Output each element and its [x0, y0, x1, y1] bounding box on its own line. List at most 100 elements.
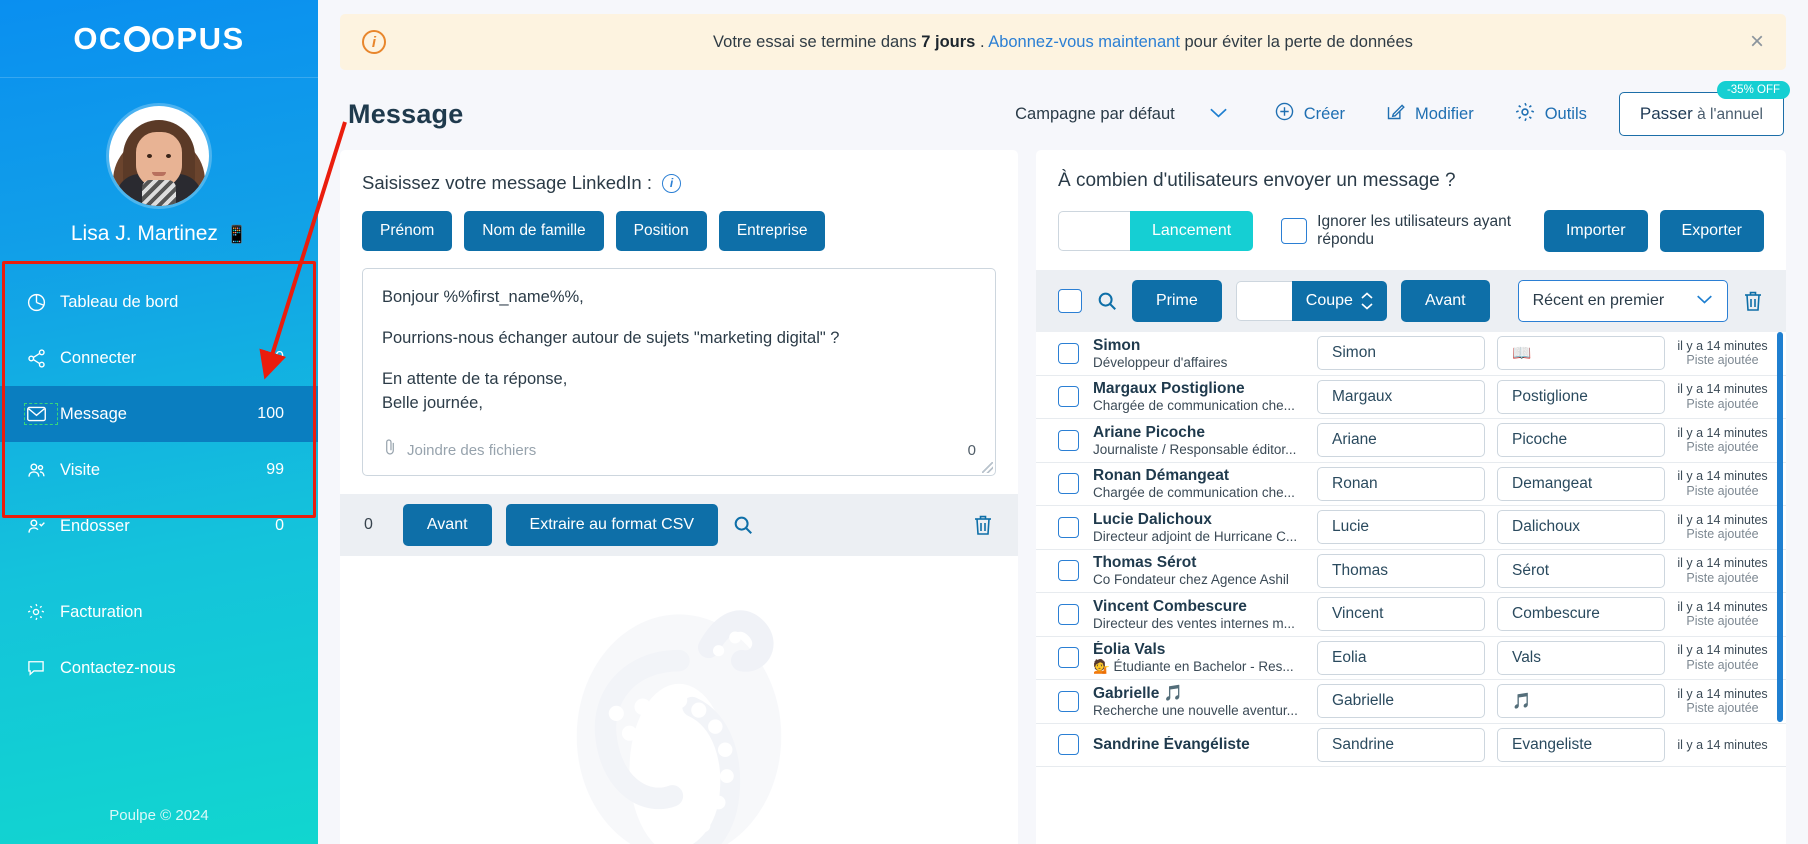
table-row[interactable]: Éolia Vals 💁 Étudiante en Bachelor - Res…: [1036, 637, 1786, 680]
row-first-name-field[interactable]: Lucie: [1317, 510, 1485, 545]
filter-before-button[interactable]: Avant: [1400, 280, 1490, 322]
row-time-text: il y a 14 minutes: [1677, 382, 1768, 397]
sidebar-item-connecter[interactable]: Connecter 0: [0, 330, 318, 386]
row-checkbox[interactable]: [1058, 690, 1079, 712]
create-button-label: Créer: [1303, 104, 1346, 123]
row-checkbox[interactable]: [1058, 647, 1079, 669]
coupe-input[interactable]: [1235, 281, 1292, 321]
row-last-name-field[interactable]: Combescure: [1497, 597, 1665, 632]
attach-label[interactable]: Joindre des fichiers: [407, 440, 536, 462]
row-last-name-field[interactable]: Dalichoux: [1497, 510, 1665, 545]
users-panel-card: À combien d'utilisateurs envoyer un mess…: [1036, 150, 1786, 844]
row-last-name-field[interactable]: 📖: [1497, 336, 1665, 371]
row-last-name-field[interactable]: 🎵: [1497, 684, 1665, 719]
search-icon[interactable]: [1096, 290, 1118, 312]
subscribe-link[interactable]: Abonnez-vous maintenant: [988, 33, 1180, 51]
row-first-name-field[interactable]: Eolia: [1317, 640, 1485, 675]
row-first-name-field[interactable]: Ronan: [1317, 466, 1485, 501]
row-checkbox[interactable]: [1058, 603, 1079, 625]
row-checkbox[interactable]: [1058, 386, 1079, 408]
row-last-name-field[interactable]: Demangeat: [1497, 466, 1665, 501]
row-first-name-field[interactable]: Simon: [1317, 336, 1485, 371]
sort-select[interactable]: Récent en premier: [1517, 280, 1728, 322]
search-icon[interactable]: [732, 514, 754, 536]
variable-entreprise-button[interactable]: Entreprise: [718, 211, 826, 251]
row-first-name-field[interactable]: Thomas: [1317, 553, 1485, 588]
sidebar-item-tableau-de-bord[interactable]: Tableau de bord: [0, 274, 318, 330]
launch-button[interactable]: Lancement: [1130, 211, 1254, 251]
variable-position-button[interactable]: Position: [615, 211, 707, 251]
row-checkbox[interactable]: [1058, 473, 1079, 495]
info-icon[interactable]: i: [661, 173, 681, 193]
row-last-name-field[interactable]: Vals: [1497, 640, 1665, 675]
export-button[interactable]: Exporter: [1659, 210, 1764, 252]
avatar[interactable]: [109, 106, 209, 206]
row-first-name-field[interactable]: Vincent: [1317, 597, 1485, 632]
composer-action-bar: 0 Avant Extraire au format CSV: [340, 494, 1018, 556]
launch-count-input[interactable]: [1058, 211, 1130, 251]
octopus-watermark-icon: [514, 555, 844, 844]
row-last-name-field[interactable]: Sérot: [1497, 553, 1665, 588]
message-textarea[interactable]: Bonjour %%first_name%%, Pourrions-nous é…: [362, 268, 996, 476]
table-row[interactable]: Gabrielle 🎵 Recherche une nouvelle avent…: [1036, 680, 1786, 724]
variable-nom-button[interactable]: Nom de famille: [464, 211, 604, 251]
row-status: Piste ajoutée: [1686, 396, 1759, 411]
sidebar-copyright: Poulpe © 2024: [109, 807, 209, 824]
row-checkbox[interactable]: [1058, 342, 1079, 364]
table-row[interactable]: Ronan Démangeat Chargée de communication…: [1036, 463, 1786, 506]
message-line-3: En attente de ta réponse,: [382, 369, 568, 388]
coupe-button[interactable]: Coupe: [1291, 281, 1387, 321]
row-last-name-field[interactable]: Picoche: [1497, 423, 1665, 458]
ignore-responded-checkbox[interactable]: [1281, 218, 1308, 244]
sidebar-item-visite[interactable]: Visite 99: [0, 442, 318, 498]
row-name: Ariane Picoche: [1093, 423, 1205, 441]
table-row[interactable]: Lucie Dalichoux Directeur adjoint de Hur…: [1036, 506, 1786, 550]
row-first-name-field[interactable]: Ariane: [1317, 423, 1485, 458]
content-columns: Saisissez votre message LinkedIn : i Pré…: [318, 150, 1808, 844]
close-icon[interactable]: ×: [1740, 30, 1764, 54]
sidebar-item-contactez-nous[interactable]: Contactez-nous: [0, 640, 318, 696]
row-checkbox[interactable]: [1058, 560, 1079, 582]
table-row[interactable]: Sandrine Évangéliste Sandrine Evangelist…: [1036, 724, 1786, 767]
user-list[interactable]: Simon Développeur d'affaires Simon 📖 il …: [1036, 332, 1786, 814]
sidebar-item-endosser[interactable]: Endosser 0: [0, 498, 318, 554]
before-button[interactable]: Avant: [402, 504, 492, 546]
app-logo[interactable]: OC OPUS: [0, 0, 318, 78]
table-row[interactable]: Thomas Sérot Co Fondateur chez Agence As…: [1036, 550, 1786, 593]
row-checkbox[interactable]: [1058, 429, 1079, 451]
row-checkbox[interactable]: [1058, 516, 1079, 538]
ignore-responded-label: Ignorer les utilisateurs ayant répondu: [1317, 213, 1512, 248]
row-time-text: il y a 14 minutes: [1677, 737, 1768, 752]
row-last-name-field[interactable]: Evangeliste: [1497, 727, 1665, 762]
row-checkbox[interactable]: [1058, 734, 1079, 756]
trash-icon[interactable]: [972, 513, 994, 537]
row-last-name-field[interactable]: Postiglione: [1497, 379, 1665, 414]
row-first-name-field[interactable]: Sandrine: [1317, 727, 1485, 762]
list-scrollbar[interactable]: [1777, 332, 1783, 722]
users-panel-header: À combien d'utilisateurs envoyer un mess…: [1036, 150, 1786, 252]
sidebar-item-count: 99: [266, 461, 284, 478]
row-time: il y a 14 minutes Piste ajoutée: [1677, 426, 1768, 455]
table-row[interactable]: Simon Développeur d'affaires Simon 📖 il …: [1036, 332, 1786, 376]
create-button[interactable]: Créer: [1254, 101, 1365, 127]
variable-prenom-button[interactable]: Prénom: [362, 211, 453, 251]
table-row[interactable]: Ariane Picoche Journaliste / Responsable…: [1036, 419, 1786, 463]
export-csv-button[interactable]: Extraire au format CSV: [505, 504, 719, 546]
resize-handle[interactable]: [982, 462, 993, 473]
table-row[interactable]: Vincent Combescure Directeur des ventes …: [1036, 593, 1786, 637]
sidebar-item-label: Endosser: [60, 516, 130, 535]
trash-icon[interactable]: [1742, 289, 1764, 313]
row-first-name-field[interactable]: Gabrielle: [1317, 684, 1485, 719]
row-first-name-field[interactable]: Margaux: [1317, 379, 1485, 414]
import-button[interactable]: Importer: [1543, 210, 1648, 252]
prime-button[interactable]: Prime: [1132, 280, 1222, 322]
tools-button[interactable]: Outils: [1494, 101, 1607, 128]
paperclip-icon[interactable]: [382, 438, 398, 463]
select-all-checkbox[interactable]: [1058, 289, 1082, 313]
sidebar-item-count: 0: [275, 517, 284, 534]
sidebar-item-facturation[interactable]: Facturation: [0, 584, 318, 640]
modify-button[interactable]: Modifier: [1365, 101, 1494, 127]
table-row[interactable]: Margaux Postiglione Chargée de communica…: [1036, 376, 1786, 419]
sidebar-item-message[interactable]: Message 100: [0, 386, 318, 442]
campaign-selector[interactable]: Campagne par défaut: [1015, 105, 1254, 124]
